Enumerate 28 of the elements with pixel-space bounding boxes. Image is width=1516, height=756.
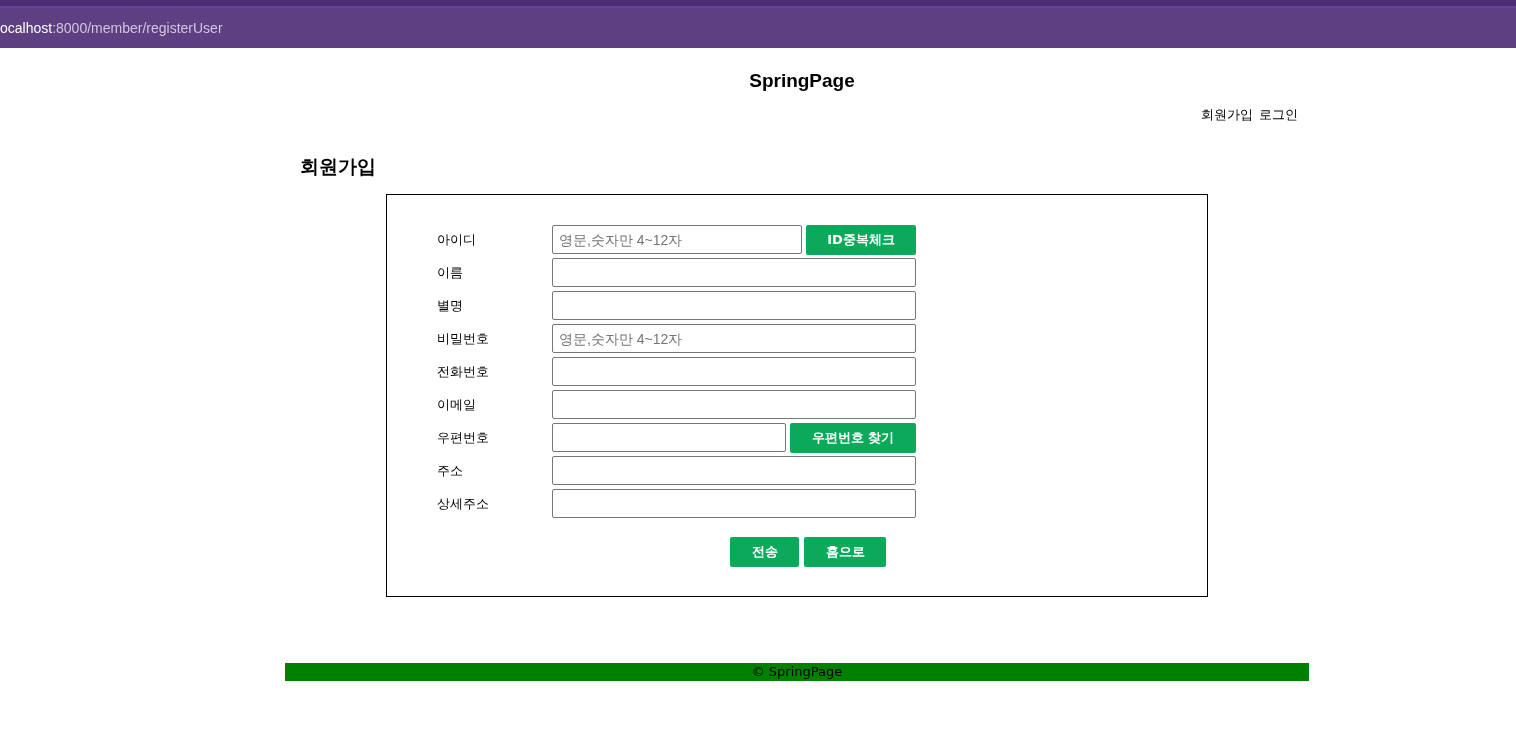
field-label: 주소 bbox=[437, 461, 464, 480]
input-field[interactable] bbox=[552, 258, 916, 287]
form-button[interactable]: 홈으로 bbox=[804, 537, 886, 567]
site-title: SpringPage bbox=[748, 70, 856, 92]
field-label: 이메일 bbox=[437, 395, 477, 414]
page-heading: 회원가입 bbox=[300, 154, 377, 179]
input-field[interactable] bbox=[552, 423, 786, 452]
field-label: 전화번호 bbox=[437, 362, 490, 381]
footer-text: © SpringPage bbox=[751, 664, 843, 679]
field-button[interactable]: ID중복체크 bbox=[806, 224, 916, 255]
field-label: 아이디 bbox=[437, 230, 477, 249]
field-label: 비밀번호 bbox=[437, 329, 490, 348]
input-field[interactable]: 영문,숫자만 4~12자 bbox=[552, 225, 802, 254]
field-label: 이름 bbox=[437, 263, 464, 282]
field-button[interactable]: 우편번호 찾기 bbox=[790, 422, 916, 453]
nav-link[interactable]: 회원가입 bbox=[1201, 106, 1253, 124]
input-field[interactable] bbox=[552, 291, 916, 320]
address-bar-url[interactable]: ocalhost:8000/member/registerUser bbox=[0, 20, 223, 36]
field-label: 상세주소 bbox=[437, 494, 490, 513]
input-field[interactable] bbox=[552, 456, 916, 485]
input-field[interactable] bbox=[552, 357, 916, 386]
form-button[interactable]: 전송 bbox=[730, 537, 799, 567]
field-label: 별명 bbox=[437, 296, 464, 315]
input-field[interactable]: 영문,숫자만 4~12자 bbox=[552, 324, 916, 353]
nav-link[interactable]: 로그인 bbox=[1259, 106, 1298, 124]
field-label: 우편번호 bbox=[437, 428, 490, 447]
input-field[interactable] bbox=[552, 489, 916, 518]
input-field[interactable] bbox=[552, 390, 916, 419]
